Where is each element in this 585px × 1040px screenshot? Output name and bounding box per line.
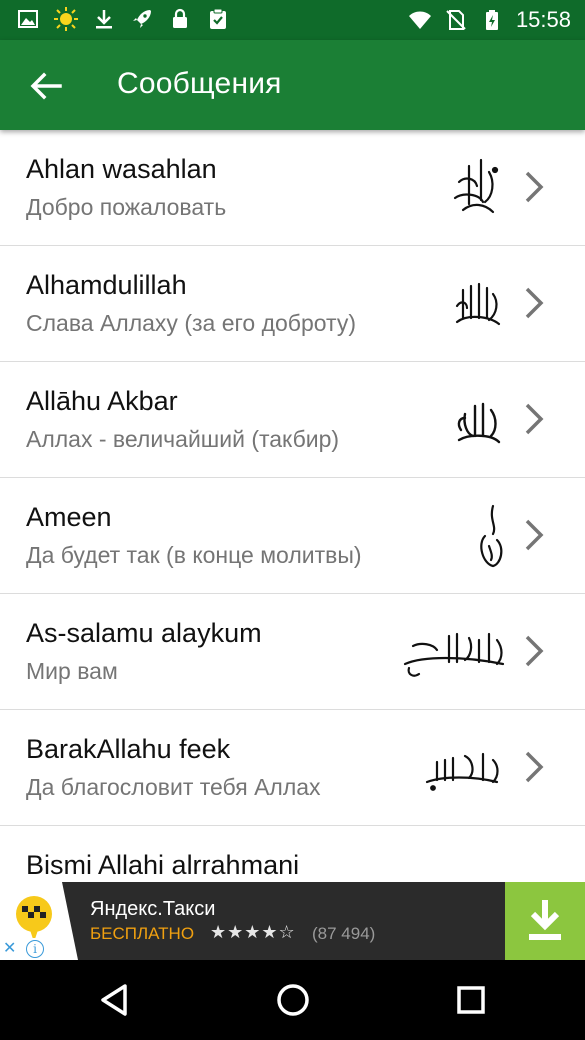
image-icon <box>18 10 38 28</box>
list-item-title: Ahlan wasahlan <box>26 154 217 184</box>
ad-close-icon[interactable]: ✕ <box>3 938 16 960</box>
lock-icon <box>173 8 187 28</box>
list-item-subtitle: Да благословит тебя Аллах <box>26 774 321 800</box>
clock-time: 15:58 <box>515 7 571 32</box>
download-icon <box>529 900 561 940</box>
chevron-right-icon <box>525 403 544 435</box>
chevron-right-icon <box>525 751 544 783</box>
chevron-right-icon <box>525 635 544 667</box>
status-bar-left <box>16 7 230 31</box>
phrase-list: Ahlan wasahlan Добро пожаловать Alhamdul… <box>0 130 585 882</box>
list-item-subtitle: Мир вам <box>26 658 118 684</box>
status-bar-right: 15:58 <box>408 7 571 33</box>
chevron-right-icon <box>525 171 544 203</box>
ad-download-button[interactable] <box>505 882 585 960</box>
home-circle-icon[interactable] <box>273 980 313 1020</box>
system-nav-bar <box>0 960 585 1040</box>
list-item-bismi-allahi[interactable]: Bismi Allahi alrrahmani <box>0 826 585 882</box>
ad-choices: ✕ i <box>0 938 50 960</box>
wifi-icon <box>408 11 431 29</box>
ad-info-icon[interactable]: i <box>26 940 44 958</box>
download-icon <box>96 10 112 29</box>
ad-rating-count: (87 494) <box>312 924 376 943</box>
list-item-subtitle: Да будет так (в конце молитвы) <box>26 542 362 568</box>
list-item-alhamdulillah[interactable]: Alhamdulillah Слава Аллаху (за его добро… <box>0 246 585 362</box>
list-item-barakallahu-feek[interactable]: BarakAllahu feek Да благословит тебя Алл… <box>0 710 585 826</box>
chevron-right-icon <box>525 519 544 551</box>
weather-icon <box>54 7 78 31</box>
list-item-subtitle: Слава Аллаху (за его доброту) <box>26 310 356 336</box>
list-item-as-salamu-alaykum[interactable]: As-salamu alaykum Мир вам <box>0 594 585 710</box>
list-item-title: Ameen <box>26 502 112 532</box>
list-item-title: Allāhu Akbar <box>26 386 178 416</box>
barakallahu-feek-calligraphy-icon <box>425 752 499 791</box>
recents-square-icon[interactable] <box>451 980 491 1020</box>
back-triangle-icon[interactable] <box>95 980 135 1020</box>
ameen-calligraphy-icon <box>480 504 503 568</box>
rocket-icon <box>133 10 151 28</box>
list-item-title: BarakAllahu feek <box>26 734 231 764</box>
ahlan-wasahlan-calligraphy-icon <box>453 158 499 214</box>
list-item-allahu-akbar[interactable]: Allāhu Akbar Аллах - величайший (такбир) <box>0 362 585 478</box>
page-title: Сообщения <box>117 67 282 100</box>
as-salamu-alaykum-calligraphy-icon <box>403 632 505 677</box>
list-item-title: Bismi Allahi alrrahmani <box>26 850 300 880</box>
ad-price-label: БЕСПЛАТНО <box>90 924 195 943</box>
arrow-back-icon[interactable] <box>22 62 70 110</box>
clipboard-check-icon <box>210 8 226 29</box>
list-item-subtitle: Аллах - величайший (такбир) <box>26 426 340 452</box>
alhamdulillah-calligraphy-icon <box>455 282 501 326</box>
app-bar: Сообщения <box>0 40 585 130</box>
allahu-akbar-calligraphy-icon <box>457 402 501 444</box>
list-item-ahlan-wasahlan[interactable]: Ahlan wasahlan Добро пожаловать <box>0 130 585 246</box>
ad-banner[interactable]: Яндекс.Такси БЕСПЛАТНО ★★★★☆ (87 494) ✕ … <box>0 882 585 960</box>
ad-app-name: Яндекс.Такси <box>90 898 216 920</box>
chevron-right-icon <box>525 287 544 319</box>
status-bar: 15:58 <box>0 0 585 40</box>
list-item-subtitle: Добро пожаловать <box>26 194 227 220</box>
list-item-title: Alhamdulillah <box>26 270 187 300</box>
no-sim-icon <box>446 10 466 30</box>
list-item-ameen[interactable]: Ameen Да будет так (в конце молитвы) <box>0 478 585 594</box>
list-item-title: As-salamu alaykum <box>26 618 262 648</box>
battery-charging-icon <box>485 10 498 30</box>
ad-rating-stars: ★★★★☆ <box>210 922 296 942</box>
